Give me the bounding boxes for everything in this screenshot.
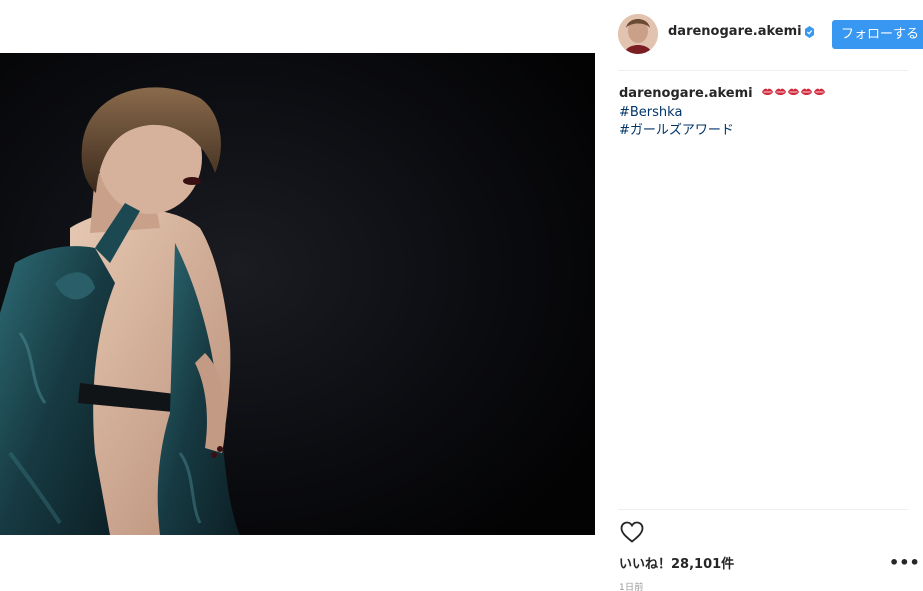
post-photo-image bbox=[0, 53, 595, 535]
actions-divider bbox=[618, 509, 908, 510]
post-timestamp[interactable]: 1日前 bbox=[619, 580, 644, 591]
caption-author-link[interactable]: darenogare.akemi bbox=[619, 86, 753, 101]
kiss-emoji-icon bbox=[761, 86, 827, 104]
post-sidebar: darenogare.akemi フォローする darenogare.akemi bbox=[596, 0, 923, 591]
heart-outline-icon[interactable] bbox=[620, 521, 644, 543]
caption-line: darenogare.akemi bbox=[619, 85, 909, 104]
hashtag-bershka[interactable]: #Bershka bbox=[619, 104, 909, 122]
verified-badge-icon bbox=[805, 26, 814, 38]
caption: darenogare.akemi #Bershka #ガールズアワード bbox=[619, 85, 909, 140]
follow-button[interactable]: フォローする bbox=[832, 20, 923, 49]
header-divider bbox=[618, 70, 908, 71]
instagram-post: darenogare.akemi フォローする darenogare.akemi bbox=[0, 0, 923, 591]
post-photo[interactable] bbox=[0, 53, 595, 535]
avatar[interactable] bbox=[618, 14, 658, 54]
likes-count[interactable]: いいね！28,101件 bbox=[619, 553, 734, 572]
username-link[interactable]: darenogare.akemi bbox=[668, 24, 802, 39]
hashtag-girls-award[interactable]: #ガールズアワード bbox=[619, 122, 909, 140]
avatar-image bbox=[618, 14, 658, 54]
post-header: darenogare.akemi フォローする bbox=[618, 12, 923, 54]
more-options-icon[interactable]: ••• bbox=[889, 555, 920, 571]
